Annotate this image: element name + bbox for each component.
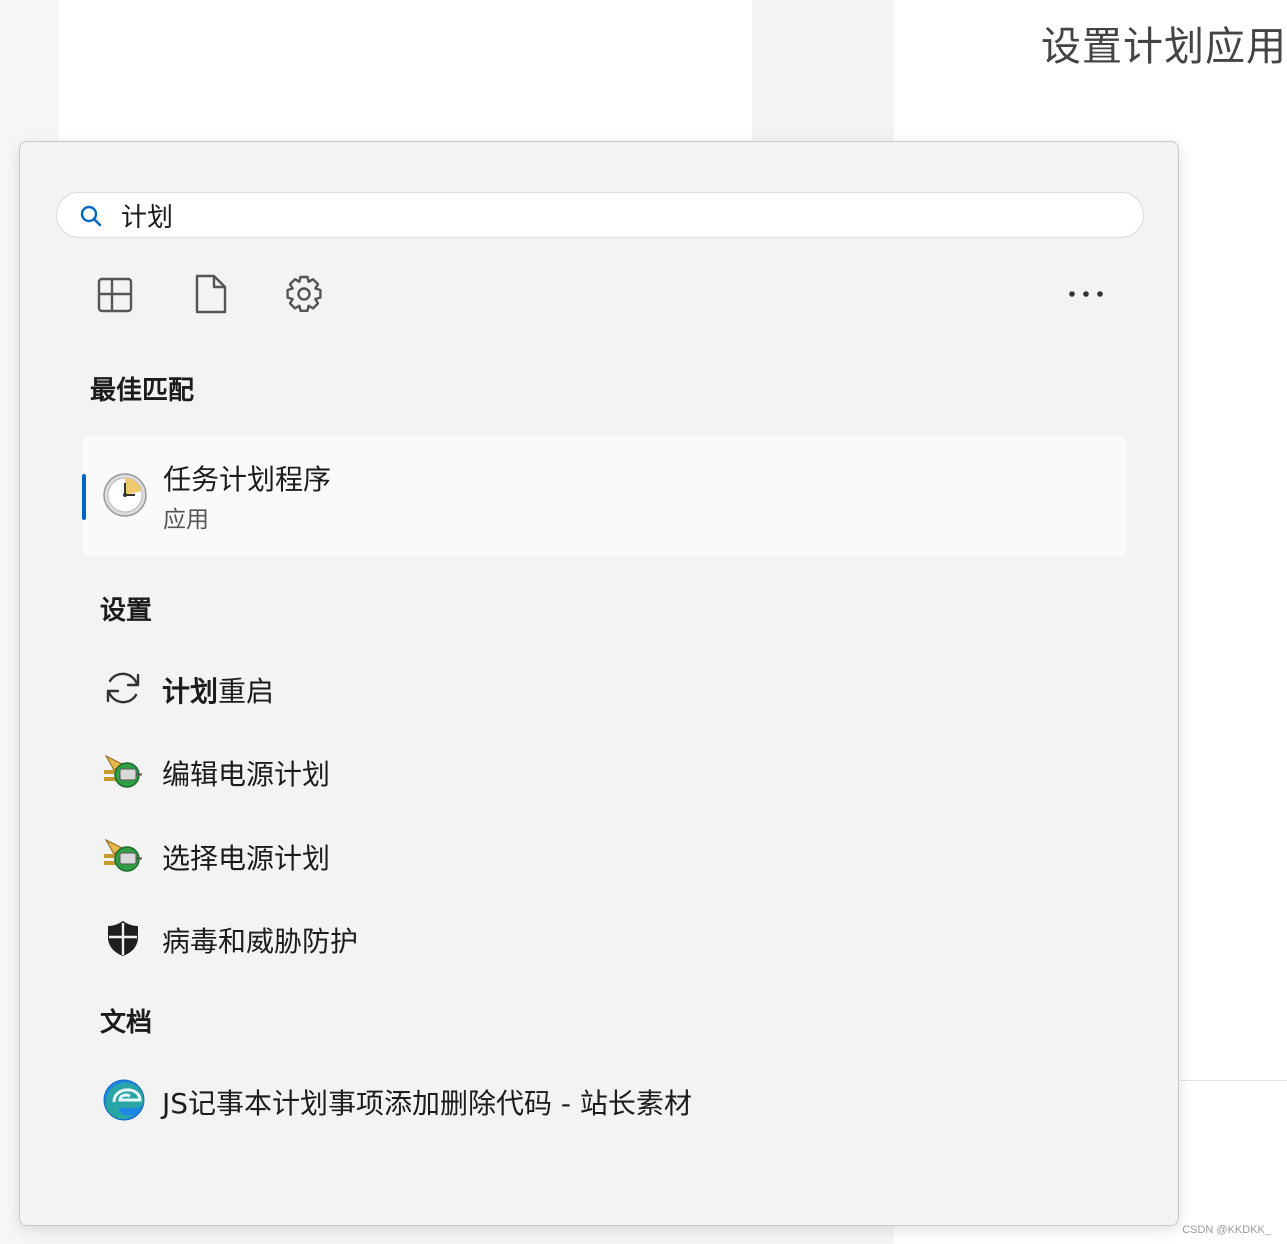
section-documents: 文档 xyxy=(100,1008,153,1038)
search-box[interactable] xyxy=(56,192,1144,238)
search-icon xyxy=(80,205,102,227)
more-options-icon[interactable] xyxy=(1064,282,1108,306)
document-icon[interactable] xyxy=(191,272,231,316)
search-panel: 最佳匹配 任务计划程序 应用 设置 计划重启 xyxy=(19,141,1179,1226)
settings-item-restart[interactable]: 计划重启 xyxy=(100,660,1140,714)
refresh-icon xyxy=(106,672,140,704)
search-input[interactable] xyxy=(121,201,1101,229)
apps-grid-icon[interactable] xyxy=(96,272,136,316)
edge-browser-icon xyxy=(103,1079,145,1121)
settings-item-choose-power-plan[interactable]: 选择电源计划 xyxy=(100,827,1140,881)
settings-item-label: 选择电源计划 xyxy=(162,842,331,875)
document-item-label: JS记事本计划事项添加删除代码 - 站长素材 xyxy=(162,1087,692,1120)
settings-item-label: 病毒和威胁防护 xyxy=(162,925,359,958)
highlight-text: 计划 xyxy=(162,675,219,708)
settings-item-virus-protection[interactable]: 病毒和威胁防护 xyxy=(100,910,1140,964)
best-match-subtitle: 应用 xyxy=(163,507,209,533)
settings-item-label: 编辑电源计划 xyxy=(162,758,331,791)
section-best-match: 最佳匹配 xyxy=(90,376,195,406)
background-card xyxy=(59,0,752,140)
background-title: 设置计划应用 xyxy=(1041,24,1287,70)
background-strip xyxy=(752,0,894,140)
best-match-result[interactable]: 任务计划程序 应用 xyxy=(82,436,1127,557)
task-scheduler-clock-icon xyxy=(103,473,147,517)
power-plan-icon xyxy=(104,754,142,788)
rest-text: 重启 xyxy=(218,675,275,708)
section-settings: 设置 xyxy=(100,596,153,626)
shield-icon xyxy=(108,921,138,956)
gear-icon[interactable] xyxy=(284,272,324,316)
selection-indicator xyxy=(82,474,86,520)
power-plan-icon xyxy=(104,838,142,872)
background-divider xyxy=(1180,1080,1287,1081)
best-match-title: 任务计划程序 xyxy=(163,463,332,496)
watermark: CSDN @KKDKK_ xyxy=(1182,1224,1271,1236)
settings-item-edit-power-plan[interactable]: 编辑电源计划 xyxy=(100,743,1140,797)
document-item[interactable]: JS记事本计划事项添加删除代码 - 站长素材 xyxy=(100,1072,1140,1126)
settings-item-label: 计划重启 xyxy=(162,670,274,710)
